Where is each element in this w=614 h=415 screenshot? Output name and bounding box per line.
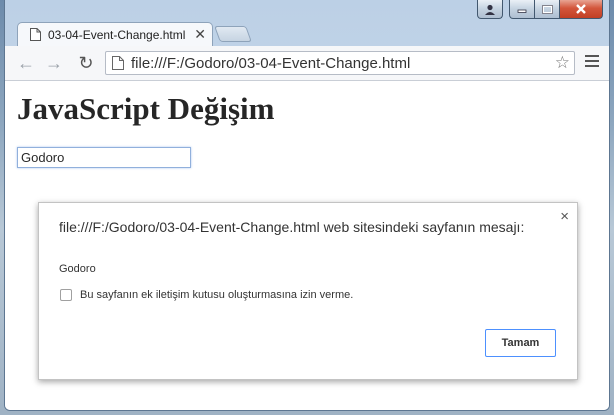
back-button[interactable]: ← bbox=[15, 53, 37, 73]
user-icon bbox=[485, 4, 495, 15]
alert-dialog: × file:///F:/Godoro/03-04-Event-Change.h… bbox=[38, 202, 578, 380]
menu-bar-icon bbox=[585, 65, 599, 67]
reload-button[interactable]: ↻ bbox=[75, 53, 97, 73]
forward-arrow-icon: → bbox=[45, 52, 63, 73]
url-text: file:///F:/Godoro/03-04-Event-Change.htm… bbox=[131, 55, 411, 72]
caption-controls bbox=[477, 0, 603, 19]
dialog-value: Godoro bbox=[59, 263, 96, 275]
browser-window: 03-04-Event-Change.html ✕ ← → ↻ file:///… bbox=[4, 0, 610, 411]
minimize-icon bbox=[517, 9, 527, 13]
bookmark-star-icon[interactable]: ☆ bbox=[555, 53, 570, 73]
new-tab-button[interactable] bbox=[214, 26, 252, 42]
file-icon bbox=[112, 56, 124, 70]
menu-bar-icon bbox=[585, 55, 599, 57]
dialog-close-icon[interactable]: × bbox=[560, 208, 569, 225]
reload-icon: ↻ bbox=[78, 52, 94, 73]
page-icon bbox=[30, 28, 41, 41]
tab-strip: 03-04-Event-Change.html ✕ bbox=[5, 18, 609, 47]
close-window-button[interactable] bbox=[560, 0, 603, 19]
chrome-menu-button[interactable] bbox=[585, 55, 599, 70]
close-icon bbox=[576, 4, 586, 14]
suppress-dialogs-label: Bu sayfanın ek iletişim kutusu oluşturma… bbox=[80, 289, 354, 301]
tab-title: 03-04-Event-Change.html bbox=[48, 28, 186, 42]
tab-active[interactable]: 03-04-Event-Change.html ✕ bbox=[17, 22, 213, 47]
forward-button[interactable]: → bbox=[43, 53, 65, 73]
page-content: JavaScript Değişim × file:///F:/Godoro/0… bbox=[5, 81, 609, 410]
minimize-button[interactable] bbox=[509, 0, 535, 19]
maximize-button[interactable] bbox=[535, 0, 560, 19]
maximize-icon bbox=[541, 4, 553, 14]
dialog-message: file:///F:/Godoro/03-04-Event-Change.htm… bbox=[59, 219, 525, 235]
menu-bar-icon bbox=[585, 60, 599, 62]
browser-toolbar: ← → ↻ file:///F:/Godoro/03-04-Event-Chan… bbox=[5, 46, 609, 81]
user-button[interactable] bbox=[477, 0, 503, 19]
suppress-dialogs-checkbox[interactable] bbox=[60, 289, 72, 301]
address-bar[interactable]: file:///F:/Godoro/03-04-Event-Change.htm… bbox=[105, 51, 575, 75]
back-arrow-icon: ← bbox=[17, 52, 35, 73]
tab-close-icon[interactable]: ✕ bbox=[194, 26, 206, 43]
ok-button[interactable]: Tamam bbox=[485, 329, 556, 357]
